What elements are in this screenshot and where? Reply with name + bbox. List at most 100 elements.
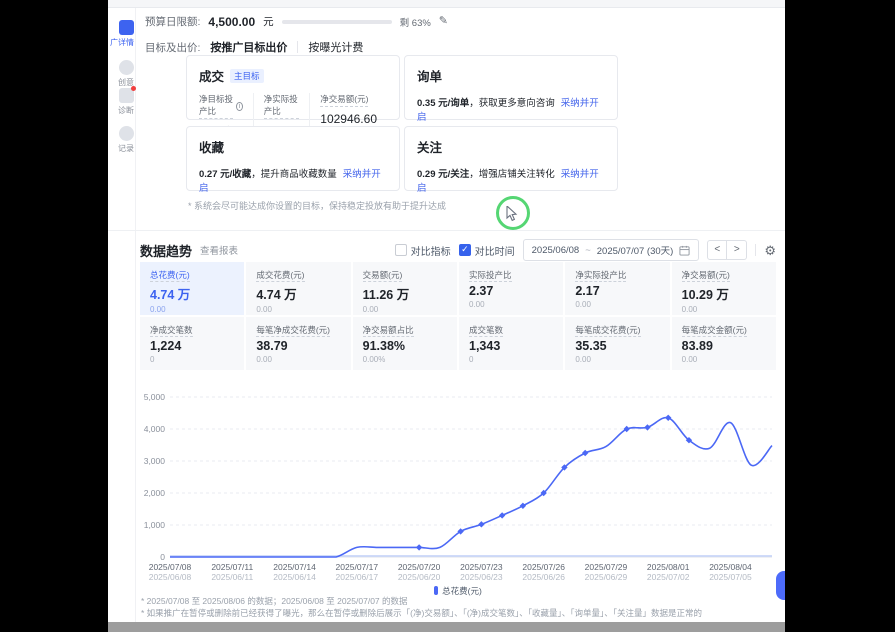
svg-text:3,000: 3,000 [144,456,166,466]
svg-text:5,000: 5,000 [144,392,166,402]
tile-sub-value: 0.00 [682,355,766,364]
app-window: 广详情创意诊断记录 预算日限额: 4,500.00 元 剩 63% ✎ 目标及出… [108,0,785,622]
tile-sub-value: 0 [150,355,234,364]
goal-card-follow: 关注 0.29 元/关注，增强店铺关注转化采纳并开启 [404,126,618,191]
sidebar-item[interactable]: 记录 [108,126,136,154]
card-title: 收藏 [199,137,224,156]
legend-swatch [434,586,438,595]
goal-card-deal: 成交 主目标 净目标投产比i 2.45✎ 净实际投产比 2.17 净交易额(元)… [186,55,400,120]
checkbox-label: 对比指标 [411,243,451,258]
compare-metric-checkbox[interactable]: 对比指标 [395,243,451,258]
metric-tile[interactable]: 净实际投产比 2.17 0.00 [565,262,669,315]
tile-value: 2.17 [575,284,659,298]
metric-label: 净交易额(元) [320,93,368,107]
tile-value: 38.79 [256,339,340,353]
tile-label: 成交花费(元) [256,269,340,281]
next-period-button[interactable]: > [727,240,747,260]
goal-card-inquiry: 询单 0.35 元/询单，获取更多意向咨询采纳并开启 [404,55,618,120]
svg-text:2025/08/04: 2025/08/04 [709,562,752,572]
prev-period-button[interactable]: < [707,240,727,260]
view-report-link[interactable]: 查看报表 [200,243,238,257]
metric-tile[interactable]: 成交笔数1,3430 [459,317,563,370]
metric-tile[interactable]: 实际投产比2.370.00 [459,262,563,315]
checkbox[interactable] [395,244,407,256]
tile-value: 10.29 万 [682,284,766,303]
metric-tile[interactable]: 每笔成交花费(元)35.350.00 [565,317,669,370]
metric-tile[interactable]: 净成交笔数1,2240 [140,317,244,370]
goal-note: * 系统会尽可能达成你设置的目标，保持稳定投放有助于提升达成 [188,199,446,212]
screen: 广详情创意诊断记录 预算日限额: 4,500.00 元 剩 63% ✎ 目标及出… [0,0,895,632]
svg-text:2025/07/02: 2025/07/02 [647,572,690,582]
settings-gear-icon[interactable]: ⚙ [764,244,776,257]
metric-tiles-row-1: 总花费(元)4.74 万0.00成交花费(元)4.74 万0.00交易额(元)1… [140,262,776,315]
tile-value: 2.37 [469,284,553,298]
metric-tile[interactable]: 每笔成交金额(元)83.890.00 [672,317,776,370]
legend-label: 总花费(元) [442,586,482,596]
edit-budget-icon[interactable]: ✎ [439,16,448,27]
top-strip [108,0,785,8]
svg-text:2025/06/29: 2025/06/29 [585,572,628,582]
svg-text:2025/07/20: 2025/07/20 [398,562,441,572]
tile-label: 成交笔数 [469,324,553,336]
goal-card-favorite: 收藏 0.27 元/收藏，提升商品收藏数量采纳并开启 [186,126,400,191]
metric-label: 净目标投产比 [199,93,233,119]
primary-goal-badge: 主目标 [230,69,264,83]
left-sidebar: 广详情创意诊断记录 [108,8,136,622]
tile-sub-value: 0.00 [575,300,659,309]
svg-text:2025/07/17: 2025/07/17 [336,562,379,572]
card-title: 成交 [199,66,224,85]
svg-text:1,000: 1,000 [144,520,166,530]
tile-sub-value: 0 [469,355,553,364]
metric-tile[interactable]: 成交花费(元)4.74 万0.00 [246,262,350,315]
tile-sub-value: 0.00 [256,305,340,314]
sidebar-item-icon [119,88,134,103]
side-float-button[interactable] [776,571,785,600]
svg-text:2025/07/08: 2025/07/08 [149,562,192,572]
metric-tile[interactable]: 净交易额(元)10.29 万0.00 [672,262,776,315]
checkbox[interactable] [459,244,471,256]
sidebar-item-icon [119,126,134,141]
tile-label: 总花费(元) [150,269,234,281]
budget-progress-bar [282,20,392,24]
tile-value: 35.35 [575,339,659,353]
footnote-1: * 2025/07/08 至 2025/08/06 的数据；2025/06/08… [141,595,408,607]
goal-cards: 成交 主目标 净目标投产比i 2.45✎ 净实际投产比 2.17 净交易额(元)… [186,55,622,191]
metric-tile[interactable]: 每笔净成交花费(元)38.790.00 [246,317,350,370]
svg-text:2025/07/14: 2025/07/14 [273,562,316,572]
metric-tile[interactable]: 净交易额占比91.38%0.00% [353,317,457,370]
bid-option-goal[interactable]: 按推广目标出价 [210,39,287,55]
tile-sub-value: 0.00 [256,355,340,364]
metric-tiles-row-2: 净成交笔数1,2240每笔净成交花费(元)38.790.00净交易额占比91.3… [140,317,776,370]
compare-time-checkbox[interactable]: 对比时间 [459,243,515,258]
checkbox-label: 对比时间 [475,243,515,258]
data-point-marker [478,521,484,527]
budget-unit: 元 [263,14,274,29]
tile-label: 净实际投产比 [575,269,659,281]
trend-line-chart[interactable]: 01,0002,0003,0004,0005,0002025/07/082025… [140,383,776,583]
price: 0.27 元/收藏 [199,169,251,180]
footnote-2: * 如果推广在暂停或删除前已经获得了曝光，那么在暂停或删除后展示「(净)交易额」… [141,607,702,619]
calendar-icon [679,245,690,256]
chart-svg: 01,0002,0003,0004,0005,0002025/07/082025… [140,383,776,583]
sidebar-item[interactable]: 创意 [108,60,136,88]
date-range-input[interactable]: 2025/06/08 ~ 2025/07/07 (30天) [523,239,700,261]
svg-text:2025/06/26: 2025/06/26 [522,572,565,582]
desc: ，提升商品收藏数量 [251,169,337,180]
sidebar-item[interactable]: 广详情 [108,20,136,48]
svg-text:2025/07/26: 2025/07/26 [522,562,565,572]
info-icon[interactable]: i [236,102,243,111]
data-point-marker [665,415,671,421]
section-divider [108,230,785,231]
metric-tile[interactable]: 总花费(元)4.74 万0.00 [140,262,244,315]
tile-sub-value: 0.00 [150,305,234,314]
svg-text:2,000: 2,000 [144,488,166,498]
date-separator: ~ [585,245,591,256]
data-point-marker [499,512,505,518]
divider [297,41,298,53]
data-point-marker [416,544,422,550]
metric-label: 净实际投产比 [264,93,299,119]
sidebar-item[interactable]: 诊断 [108,88,136,116]
bid-option-exposure[interactable]: 按曝光计费 [308,39,363,55]
metric-tile[interactable]: 交易额(元)11.26 万0.00 [353,262,457,315]
tile-value: 11.26 万 [363,284,447,303]
